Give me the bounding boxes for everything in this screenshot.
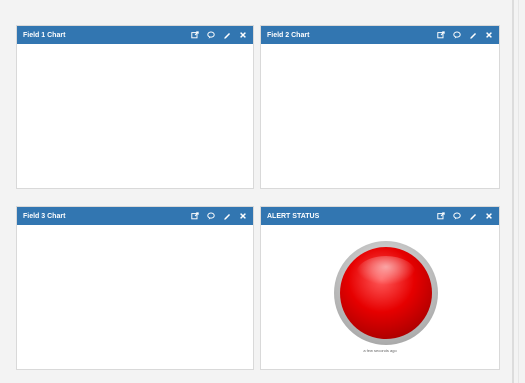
alert-lamp (333, 240, 439, 346)
panel-title: Field 2 Chart (267, 31, 310, 39)
close-icon[interactable] (485, 212, 493, 220)
panel-title: Field 3 Chart (23, 212, 66, 220)
close-icon[interactable] (239, 212, 247, 220)
external-link-icon[interactable]: Flood management systemWaterbody 3210:12… (191, 212, 199, 220)
field-2-chart-panel: Field 2 Chart Flood management systemWat… (260, 25, 500, 189)
field-1-chart-panel: Field 1 Chart Flood management systemWat… (16, 25, 254, 189)
panel-title: Field 1 Chart (23, 31, 66, 39)
panel-header: Field 3 Chart Flood management systemWat… (17, 207, 253, 225)
pencil-icon[interactable] (223, 31, 231, 39)
pencil-icon[interactable] (469, 31, 477, 39)
panel-header-actions: Flood management systemWaterbody 1210:12… (191, 31, 247, 39)
field-3-chart-panel: Field 3 Chart Flood management systemWat… (16, 206, 254, 370)
external-link-icon[interactable]: Flood management systemWaterbody 1210:12… (191, 31, 199, 39)
panel-header-actions: Flood management systemWaterbody 3210:12… (191, 212, 247, 220)
field-1-chart (17, 44, 253, 188)
comment-icon[interactable] (453, 31, 461, 39)
panel-header: ALERT STATUS (261, 207, 499, 225)
close-icon[interactable] (485, 31, 493, 39)
page-divider-secondary (518, 0, 519, 383)
pencil-icon[interactable] (223, 212, 231, 220)
comment-icon[interactable] (207, 212, 215, 220)
panel-header-actions: Flood management systemWaterbody 2210:12… (437, 31, 493, 39)
panel-header: Field 2 Chart Flood management systemWat… (261, 26, 499, 44)
panel-header: Field 1 Chart Flood management systemWat… (17, 26, 253, 44)
comment-icon[interactable] (453, 212, 461, 220)
panel-title: ALERT STATUS (267, 212, 320, 220)
field-3-chart (17, 225, 253, 369)
field-2-chart (261, 44, 499, 188)
pencil-icon[interactable] (469, 212, 477, 220)
close-icon[interactable] (239, 31, 247, 39)
panel-header-actions (437, 212, 493, 220)
page-divider (512, 0, 514, 383)
comment-icon[interactable] (207, 31, 215, 39)
external-link-icon[interactable] (437, 212, 445, 220)
external-link-icon[interactable]: Flood management systemWaterbody 2210:12… (437, 31, 445, 39)
alert-lamp-graphic (334, 241, 438, 345)
alert-timestamp: a few seconds ago (363, 348, 397, 353)
